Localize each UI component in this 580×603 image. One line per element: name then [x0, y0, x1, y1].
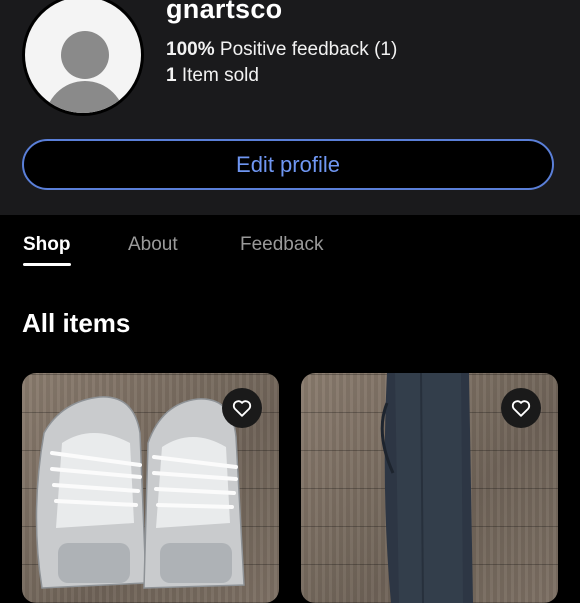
default-avatar-icon: [25, 0, 141, 113]
heart-icon: [232, 400, 252, 417]
active-tab-indicator: [23, 263, 71, 266]
profile-header: gnartsco 100% Positive feedback (1) 1 It…: [0, 0, 580, 215]
items-sold-count: 1: [166, 65, 177, 86]
feedback-percent: 100%: [166, 39, 215, 60]
edit-profile-button[interactable]: Edit profile: [22, 139, 554, 190]
avatar[interactable]: [22, 0, 144, 116]
section-title: All items: [22, 308, 131, 338]
username: gnartsco: [166, 0, 283, 24]
tab-feedback[interactable]: Feedback: [240, 234, 323, 256]
watch-button[interactable]: [222, 388, 262, 428]
items-sold-stat: 1 Item sold: [166, 65, 259, 87]
tab-about[interactable]: About: [128, 234, 178, 256]
items-sold-text: Item sold: [181, 65, 259, 86]
heart-icon: [511, 400, 531, 417]
feedback-text: Positive feedback (1): [219, 39, 398, 60]
feedback-stat: 100% Positive feedback (1): [166, 39, 397, 61]
tab-shop[interactable]: Shop: [23, 234, 71, 256]
item-card-jeans[interactable]: [301, 373, 558, 603]
item-card-sneakers[interactable]: [22, 373, 279, 603]
watch-button[interactable]: [501, 388, 541, 428]
